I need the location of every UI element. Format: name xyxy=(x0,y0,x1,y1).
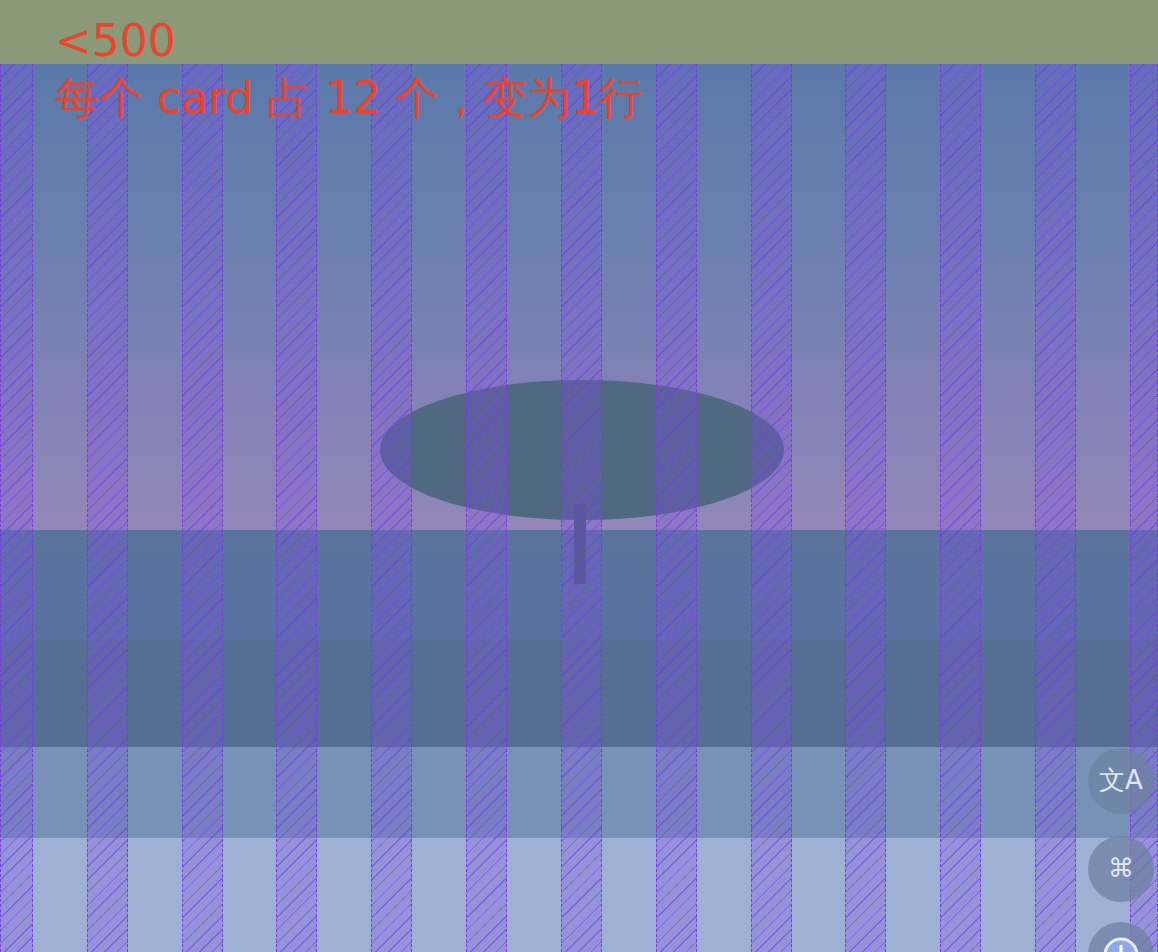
grid-column xyxy=(1076,64,1130,952)
grid-padding xyxy=(1130,64,1158,952)
clock-icon xyxy=(1101,935,1141,952)
grid-column xyxy=(128,64,182,952)
grid-column xyxy=(507,64,561,952)
grid-gap xyxy=(751,64,792,952)
grid-column xyxy=(33,64,87,952)
grid-padding xyxy=(0,64,33,952)
grid-column xyxy=(317,64,371,952)
breakpoint-label: <500 xyxy=(55,12,643,69)
grid-gap xyxy=(656,64,697,952)
grid-column xyxy=(412,64,466,952)
grid-column xyxy=(981,64,1035,952)
grid-gap xyxy=(276,64,317,952)
floating-button[interactable]: 文A xyxy=(1088,748,1154,814)
breakpoint-label: 每个 card 占 12 个，变为1行 xyxy=(55,69,643,126)
grid-overlay xyxy=(0,64,1158,952)
grid-gap xyxy=(466,64,507,952)
grid-column xyxy=(792,64,846,952)
grid-gap xyxy=(940,64,981,952)
grid-column xyxy=(223,64,277,952)
grid-gap xyxy=(845,64,886,952)
grid-column xyxy=(602,64,656,952)
grid-gap xyxy=(182,64,223,952)
grid-gap xyxy=(87,64,128,952)
grid-column xyxy=(886,64,940,952)
floating-button-label: ⌘ xyxy=(1108,853,1134,884)
grid-column xyxy=(697,64,751,952)
grid-gap xyxy=(371,64,412,952)
grid-gap xyxy=(1035,64,1076,952)
floating-button-label: 文A xyxy=(1099,765,1143,796)
floating-button[interactable]: ⌘ xyxy=(1088,836,1154,902)
breakpoint-labels: <500每个 card 占 12 个，变为1行 xyxy=(55,12,643,126)
grid-gap xyxy=(561,64,602,952)
